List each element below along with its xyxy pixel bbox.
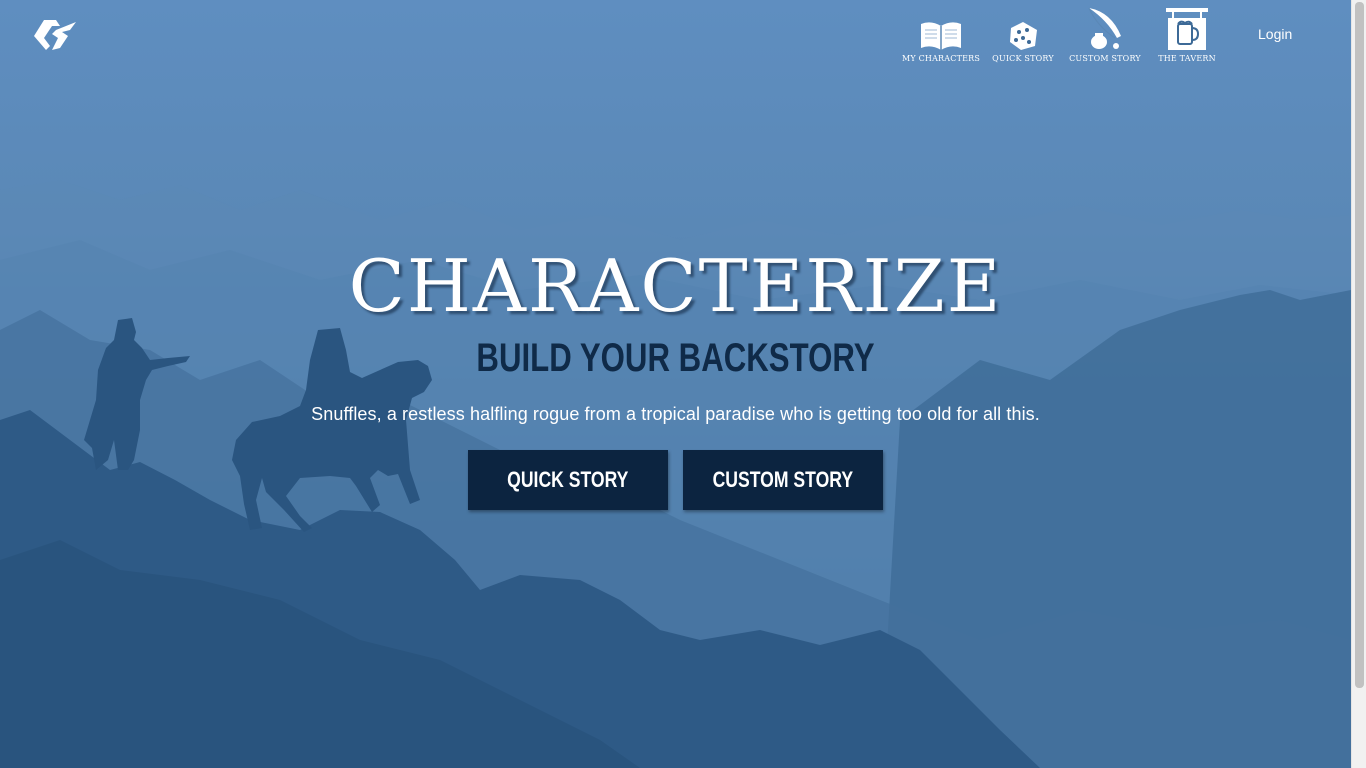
nav-item-my-characters[interactable]: My Characters xyxy=(902,6,980,63)
dice-icon xyxy=(999,6,1047,52)
character-blurb: Snuffles, a restless halfling rogue from… xyxy=(311,404,1040,424)
quick-story-button-label: QUICK STORY xyxy=(507,467,629,492)
page-title: CHARACTERIZE xyxy=(348,244,1003,328)
open-book-icon xyxy=(917,6,965,52)
quill-inkwell-icon xyxy=(1081,6,1129,52)
vertical-scrollbar[interactable] xyxy=(1351,0,1366,768)
nav-item-custom-story[interactable]: Custom Story xyxy=(1066,6,1144,63)
nav-label: The Tavern xyxy=(1158,54,1216,63)
hero-section xyxy=(0,0,1351,768)
nav-label: My Characters xyxy=(901,54,981,63)
mountain-landscape-image xyxy=(0,180,1351,768)
nav-label: Quick Story xyxy=(992,54,1054,63)
scrollbar-thumb[interactable] xyxy=(1355,2,1364,688)
nav-item-quick-story[interactable]: Quick Story xyxy=(984,6,1062,63)
custom-story-button-label: CUSTOM STORY xyxy=(712,467,854,492)
tavern-sign-icon xyxy=(1163,6,1211,52)
nav-item-the-tavern[interactable]: The Tavern xyxy=(1148,6,1226,63)
page-subtitle: BUILD YOUR BACKSTORY xyxy=(476,336,875,380)
quick-story-button[interactable]: QUICK STORY xyxy=(468,450,668,510)
login-link[interactable]: Login xyxy=(1258,26,1292,42)
custom-story-button[interactable]: CUSTOM STORY xyxy=(683,450,883,510)
main-navigation: My Characters Quick Story Custom xyxy=(902,6,1226,63)
nav-label: Custom Story xyxy=(1069,54,1141,63)
characterize-logo-icon xyxy=(34,20,76,50)
site-logo[interactable] xyxy=(30,16,80,54)
